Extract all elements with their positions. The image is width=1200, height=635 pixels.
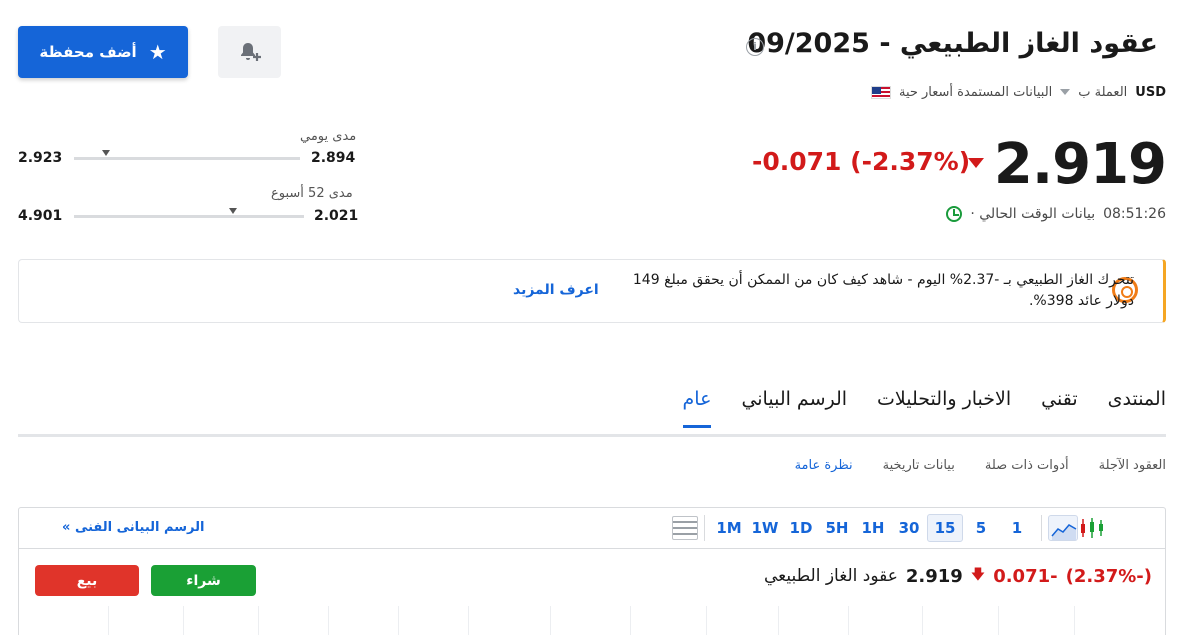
instrument-name: عقود الغاز الطبيعي xyxy=(763,566,898,586)
timeframe-1[interactable]: 1 xyxy=(999,514,1035,542)
instrument-change: -0.071 xyxy=(993,565,1058,587)
star-icon: ★ xyxy=(148,40,167,64)
week52-range-high: 4.901 xyxy=(18,208,63,224)
sell-button[interactable]: بيع xyxy=(35,565,139,596)
timeframe-1d[interactable]: 1D xyxy=(783,514,819,542)
price-change: -0.071 (-2.37%) xyxy=(752,147,971,176)
bell-plus-icon xyxy=(240,43,261,61)
chart-gridline xyxy=(778,606,779,635)
area-chart-icon[interactable] xyxy=(1048,515,1078,541)
daily-range-label: مدى يومي xyxy=(300,129,357,144)
currency-code: USD xyxy=(1135,84,1166,100)
buy-button[interactable]: شراء xyxy=(151,565,256,596)
candlestick-icon[interactable] xyxy=(1078,515,1106,541)
toolbar-divider xyxy=(704,515,705,541)
subtab-related-instruments[interactable]: أدوات ذات صلة xyxy=(985,458,1069,473)
info-icon[interactable]: i xyxy=(746,38,764,56)
chart-gridline xyxy=(258,606,259,635)
chart-gridline xyxy=(398,606,399,635)
learn-more-link[interactable]: اعرف المزيد xyxy=(513,282,599,298)
instrument-summary: عقود الغاز الطبيعي 2.919 🡇 -0.071 (-2.37… xyxy=(764,564,1152,588)
tab-chart[interactable]: الرسم البياني xyxy=(741,388,847,428)
time-label: بيانات الوقت الحالي · xyxy=(970,206,1096,222)
chevron-down-icon[interactable] xyxy=(1060,89,1071,95)
quote-time: بيانات الوقت الحالي · 08:51:26 xyxy=(946,206,1166,222)
week52-range-marker xyxy=(229,208,237,214)
chart-gridline xyxy=(328,606,329,635)
subtab-overview[interactable]: نظرة عامة xyxy=(795,458,853,473)
create-alert-button[interactable] xyxy=(218,26,281,78)
clock-icon xyxy=(946,206,963,222)
timeframe-15[interactable]: 15 xyxy=(927,514,963,542)
week52-range-track xyxy=(74,215,304,218)
chart-gridline xyxy=(108,606,109,635)
subtab-futures[interactable]: العقود الآجلة xyxy=(1099,458,1166,473)
timeframe-5h[interactable]: 5H xyxy=(819,514,855,542)
toolbar-divider xyxy=(1041,515,1042,541)
week52-range-low: 2.021 xyxy=(314,208,359,224)
double-chevron-icon: » xyxy=(62,520,71,535)
data-source-label: البيانات المستمدة أسعار حية xyxy=(898,84,1053,100)
week52-range-label: مدى 52 أسبوع xyxy=(271,186,353,201)
chart-gridline xyxy=(468,606,469,635)
time-value: 08:51:26 xyxy=(1103,206,1166,222)
instrument-meta: البيانات المستمدة أسعار حية العملة ب USD xyxy=(870,82,1166,102)
timeframe-1m-month[interactable]: 1M xyxy=(711,514,747,542)
daily-range-low: 2.894 xyxy=(311,150,356,166)
news-icon[interactable] xyxy=(672,516,698,540)
chart-gridline xyxy=(550,606,551,635)
timeframe-5[interactable]: 5 xyxy=(963,514,999,542)
daily-range-marker xyxy=(102,150,110,156)
instrument-price: 2.919 xyxy=(905,565,963,587)
sub-tabs: نظرة عامة بيانات تاريخية أدوات ذات صلة ا… xyxy=(795,458,1166,473)
chart-gridline xyxy=(706,606,707,635)
timeframe-1w[interactable]: 1W xyxy=(747,514,783,542)
page-title: عقود الغاز الطبيعي - 09/2025 xyxy=(747,28,1158,59)
subtab-historical-data[interactable]: بيانات تاريخية xyxy=(883,458,955,473)
add-portfolio-label: أضف محفظة xyxy=(39,43,137,61)
technical-chart-link[interactable]: الرسم البيانى الفنى » xyxy=(62,520,204,535)
timeframe-30[interactable]: 30 xyxy=(891,514,927,542)
arrow-down-icon xyxy=(968,158,984,168)
chart-gridline xyxy=(630,606,631,635)
daily-range-high: 2.923 xyxy=(18,150,63,166)
tab-forum[interactable]: المنتدى xyxy=(1108,388,1166,428)
last-price: 2.919 xyxy=(993,132,1167,197)
chart-gridline xyxy=(848,606,849,635)
currency-prefix: العملة ب xyxy=(1078,84,1128,100)
chart-gridline xyxy=(922,606,923,635)
arrow-down-icon: 🡇 xyxy=(970,567,986,583)
chart-gridline xyxy=(183,606,184,635)
technical-chart-label: الرسم البيانى الفنى xyxy=(74,520,205,535)
timeframe-toolbar: 1M 1W 1D 5H 1H 30 15 5 1 xyxy=(672,513,1106,543)
tab-overview[interactable]: عام xyxy=(682,388,712,428)
us-flag-icon xyxy=(870,85,891,99)
daily-range-track xyxy=(74,157,300,160)
tab-technical[interactable]: تقني xyxy=(1041,388,1077,428)
instrument-change-pct: (-2.37%) xyxy=(1065,565,1152,587)
add-portfolio-button[interactable]: ★ أضف محفظة xyxy=(18,26,188,78)
promo-text: تتحرك الغاز الطبيعي بـ -2.37% اليوم - شا… xyxy=(632,272,1134,309)
chart-gridline xyxy=(998,606,999,635)
chart-gridline xyxy=(1074,606,1075,635)
widget-separator xyxy=(18,548,1166,549)
tabs-divider xyxy=(18,434,1166,437)
timeframe-1h[interactable]: 1H xyxy=(855,514,891,542)
tab-news-analysis[interactable]: الاخبار والتحليلات xyxy=(877,388,1011,428)
main-tabs: عام الرسم البياني الاخبار والتحليلات تقن… xyxy=(682,388,1166,428)
